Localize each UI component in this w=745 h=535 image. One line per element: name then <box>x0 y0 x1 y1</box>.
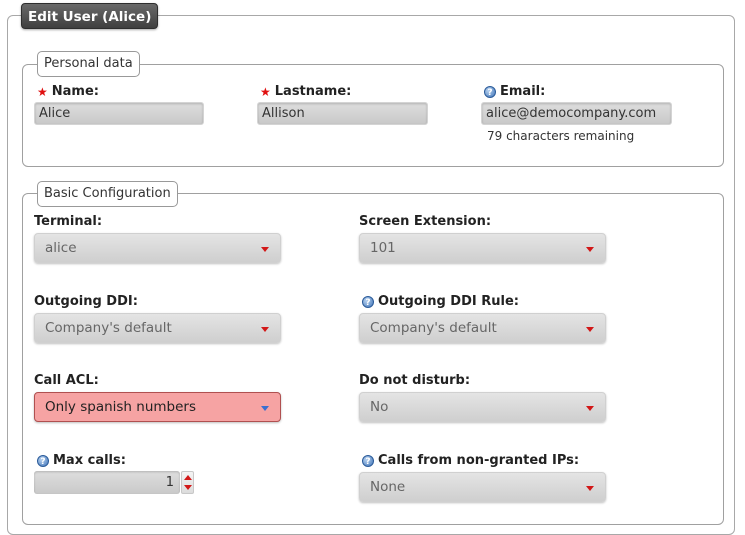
chevron-down-icon <box>586 327 594 332</box>
call-acl-select[interactable]: Only spanish numbers <box>34 392 281 422</box>
non-granted-ips-label-text: Calls from non-granted IPs: <box>378 453 580 468</box>
help-icon[interactable]: ? <box>37 454 49 467</box>
max-calls-label-text: Max calls: <box>53 453 126 468</box>
outgoing-ddi-value: Company's default <box>45 320 172 336</box>
outgoing-ddi-label: Outgoing DDI: <box>34 294 138 309</box>
help-icon[interactable]: ? <box>362 454 374 467</box>
max-calls-label: ? Max calls: <box>37 453 126 468</box>
call-acl-value: Only spanish numbers <box>45 399 196 415</box>
screen-extension-value: 101 <box>370 240 396 256</box>
chevron-down-icon <box>261 406 269 411</box>
personal-data-legend: Personal data <box>37 51 140 77</box>
outgoing-ddi-rule-label: ? Outgoing DDI Rule: <box>362 294 519 309</box>
screen-extension-select[interactable]: 101 <box>359 233 606 263</box>
terminal-select[interactable]: alice <box>34 233 281 263</box>
outgoing-ddi-rule-label-text: Outgoing DDI Rule: <box>378 294 519 309</box>
non-granted-ips-select[interactable]: None <box>359 472 606 502</box>
form-title: Edit User (Alice) <box>21 3 159 29</box>
call-acl-label: Call ACL: <box>34 373 99 388</box>
email-field[interactable]: alice@democompany.com <box>481 102 672 125</box>
lastname-label: ★ Lastname: <box>260 84 351 99</box>
asterisk-icon: ★ <box>37 84 48 99</box>
lastname-label-text: Lastname: <box>274 84 352 99</box>
do-not-disturb-value: No <box>370 399 389 415</box>
chevron-down-icon[interactable] <box>184 485 192 490</box>
max-calls-stepper[interactable]: 1 <box>34 471 180 494</box>
chevron-down-icon <box>261 327 269 332</box>
outgoing-ddi-rule-value: Company's default <box>370 320 497 336</box>
max-calls-spin-buttons[interactable] <box>181 471 194 494</box>
outgoing-ddi-select[interactable]: Company's default <box>34 313 281 343</box>
name-label: ★ Name: <box>37 84 99 99</box>
name-field[interactable]: Alice <box>34 102 204 125</box>
asterisk-icon: ★ <box>260 84 271 99</box>
chevron-down-icon <box>586 406 594 411</box>
non-granted-ips-label: ? Calls from non-granted IPs: <box>362 453 579 468</box>
email-label: ? Email: <box>484 84 545 99</box>
help-icon[interactable]: ? <box>484 85 496 98</box>
do-not-disturb-label: Do not disturb: <box>359 373 471 388</box>
email-chars-remaining: 79 characters remaining <box>487 129 635 143</box>
basic-configuration-legend: Basic Configuration <box>37 181 178 207</box>
chevron-up-icon[interactable] <box>184 475 192 480</box>
chevron-down-icon <box>586 247 594 252</box>
non-granted-ips-value: None <box>370 479 406 495</box>
chevron-down-icon <box>586 486 594 491</box>
do-not-disturb-select[interactable]: No <box>359 392 606 422</box>
outgoing-ddi-rule-select[interactable]: Company's default <box>359 313 606 343</box>
lastname-field[interactable]: Allison <box>257 102 428 125</box>
help-icon[interactable]: ? <box>362 295 374 308</box>
screen-extension-label: Screen Extension: <box>359 214 492 229</box>
name-label-text: Name: <box>51 84 99 99</box>
chevron-down-icon <box>261 247 269 252</box>
terminal-label: Terminal: <box>34 214 103 229</box>
email-label-text: Email: <box>500 84 546 99</box>
terminal-select-value: alice <box>45 240 77 256</box>
